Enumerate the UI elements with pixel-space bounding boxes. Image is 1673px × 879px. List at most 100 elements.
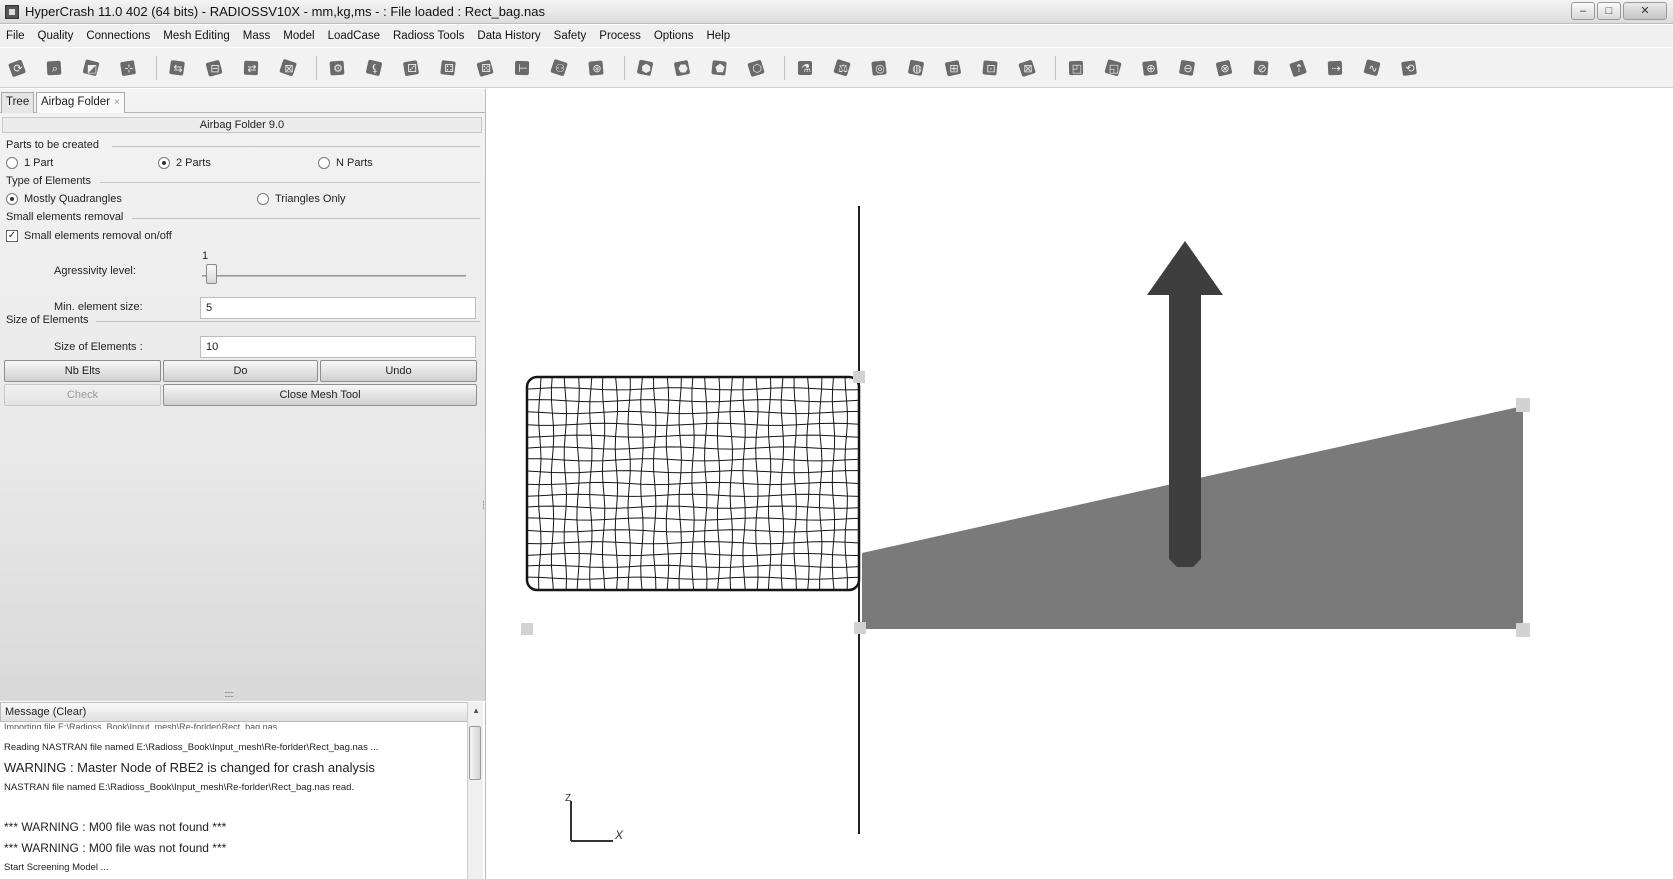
close-icon[interactable]: ✕ bbox=[1623, 2, 1667, 20]
load-fix-icon[interactable]: ⊘ bbox=[1250, 56, 1274, 80]
mesh-quad-icon[interactable]: ⚂ bbox=[400, 56, 424, 80]
elements-group-label: Type of Elements bbox=[6, 175, 91, 187]
node-marker[interactable] bbox=[1516, 398, 1530, 412]
mesh-node-icon[interactable]: ⚄ bbox=[474, 56, 498, 80]
close-mesh-tool-button[interactable]: Close Mesh Tool bbox=[163, 384, 477, 406]
splitter-handle[interactable]: :::::: bbox=[224, 689, 234, 699]
airbag-mesh[interactable] bbox=[525, 375, 861, 592]
check-button[interactable]: Check bbox=[4, 384, 161, 406]
svg-text:◩: ◩ bbox=[87, 62, 97, 75]
select-icon[interactable]: ◩ bbox=[80, 56, 104, 80]
tab-airbag-folder[interactable]: Airbag Folder × bbox=[36, 92, 125, 113]
refresh-icon[interactable]: ⟳ bbox=[6, 56, 30, 80]
load-move-icon[interactable]: ⊗ bbox=[1213, 56, 1237, 80]
menu-options[interactable]: Options bbox=[654, 30, 694, 42]
solid-edit-icon[interactable]: ⬟ bbox=[708, 56, 732, 80]
radio-triangles-only[interactable]: Triangles Only bbox=[257, 193, 346, 205]
toolbar-separator bbox=[784, 56, 785, 80]
zoom-icon[interactable]: ⌕ bbox=[43, 56, 67, 80]
mesh-line bbox=[538, 376, 542, 591]
graphics-viewport[interactable]: Z X bbox=[487, 89, 1673, 879]
airbag-icon[interactable]: ◰ bbox=[1065, 56, 1089, 80]
interface-icon[interactable]: ⊞ bbox=[942, 56, 966, 80]
tab-close-icon[interactable]: × bbox=[114, 97, 120, 108]
part-tree-icon[interactable]: ⇆ bbox=[166, 56, 190, 80]
svg-text:⊠: ⊠ bbox=[284, 62, 293, 75]
mesh-check-icon[interactable]: ⊛ bbox=[585, 56, 609, 80]
radio-2-parts[interactable]: 2 Parts bbox=[158, 157, 211, 169]
part-delete-icon[interactable]: ⊠ bbox=[277, 56, 301, 80]
rigid-icon[interactable]: ⊠ bbox=[1016, 56, 1040, 80]
mesh-split-icon[interactable]: ⚸ bbox=[363, 56, 387, 80]
menu-model[interactable]: Model bbox=[283, 30, 314, 42]
radio-n-parts[interactable]: N Parts bbox=[318, 157, 373, 169]
menu-file[interactable]: File bbox=[6, 30, 25, 42]
divider bbox=[96, 321, 480, 322]
weld-icon[interactable]: ◎ bbox=[868, 56, 892, 80]
slider-value: 1 bbox=[202, 250, 209, 262]
load-rotate-icon[interactable]: ⇡ bbox=[1287, 56, 1311, 80]
message-header[interactable]: Message (Clear) bbox=[0, 702, 470, 722]
mesh-tria-icon[interactable]: ⚃ bbox=[437, 56, 461, 80]
scroll-up-icon[interactable]: ▲ bbox=[472, 706, 480, 715]
undo-button[interactable]: Undo bbox=[320, 360, 477, 382]
do-button[interactable]: Do bbox=[163, 360, 318, 382]
menu-data-history[interactable]: Data History bbox=[477, 30, 540, 42]
menu-process[interactable]: Process bbox=[599, 30, 641, 42]
menu-mesh-editing[interactable]: Mesh Editing bbox=[163, 30, 229, 42]
node-marker[interactable] bbox=[1516, 623, 1530, 637]
model-canvas[interactable]: Z X bbox=[487, 89, 1673, 879]
mesh-tool-icon[interactable]: ⚙ bbox=[326, 56, 350, 80]
toolbar-separator bbox=[624, 56, 625, 80]
window-controls: – □ ✕ bbox=[1571, 2, 1667, 20]
message-line: *** WARNING : M00 file was not found *** bbox=[4, 820, 227, 834]
node-marker[interactable] bbox=[853, 371, 865, 383]
menu-mass[interactable]: Mass bbox=[243, 30, 270, 42]
material-icon[interactable]: ⚗ bbox=[794, 56, 818, 80]
menu-loadcase[interactable]: LoadCase bbox=[328, 30, 380, 42]
load-translate-icon[interactable]: ⇢ bbox=[1324, 56, 1348, 80]
solid-icon[interactable]: ⬢ bbox=[634, 56, 658, 80]
node-marker[interactable] bbox=[521, 623, 533, 635]
transform-icon[interactable]: ⟲ bbox=[1398, 56, 1422, 80]
spring-icon[interactable]: ∿ bbox=[1361, 56, 1385, 80]
property-icon[interactable]: ⚖ bbox=[831, 56, 855, 80]
svg-text:⊡: ⊡ bbox=[986, 62, 995, 75]
contact-icon[interactable]: ⊡ bbox=[979, 56, 1003, 80]
minimize-icon[interactable]: – bbox=[1571, 2, 1595, 20]
menu-connections[interactable]: Connections bbox=[86, 30, 150, 42]
maximize-icon[interactable]: □ bbox=[1597, 2, 1621, 20]
mesh-line bbox=[755, 376, 759, 591]
part-copy-icon[interactable]: ⇄ bbox=[240, 56, 264, 80]
tab-tree[interactable]: Tree bbox=[1, 92, 35, 113]
node-icon[interactable]: ⊹ bbox=[117, 56, 141, 80]
aggressivity-slider-thumb[interactable] bbox=[206, 264, 218, 284]
nb-elts-button[interactable]: Nb Elts bbox=[4, 360, 161, 382]
size-of-elements-input[interactable] bbox=[200, 336, 476, 358]
solid-grid-icon[interactable]: ⬡ bbox=[745, 56, 769, 80]
load-edit-icon[interactable]: ⊖ bbox=[1176, 56, 1200, 80]
svg-text:⇡: ⇡ bbox=[1294, 62, 1303, 75]
menu-safety[interactable]: Safety bbox=[554, 30, 587, 42]
small-elements-checkbox[interactable]: ✓ Small elements removal on/off bbox=[6, 230, 172, 242]
menu-help[interactable]: Help bbox=[706, 30, 730, 42]
part-edit-icon[interactable]: ⊟ bbox=[203, 56, 227, 80]
menu-quality[interactable]: Quality bbox=[38, 30, 74, 42]
svg-text:⬢: ⬢ bbox=[641, 62, 651, 75]
message-scroll-thumb[interactable] bbox=[469, 726, 481, 780]
rivet-icon[interactable]: ◍ bbox=[905, 56, 929, 80]
min-element-size-input[interactable] bbox=[200, 297, 476, 319]
mesh-line bbox=[550, 376, 555, 591]
radio-1-part[interactable]: 1 Part bbox=[6, 157, 53, 169]
seatbelt-icon[interactable]: ◱ bbox=[1102, 56, 1126, 80]
aggressivity-slider-track[interactable] bbox=[202, 275, 466, 277]
menu-radioss-tools[interactable]: Radioss Tools bbox=[393, 30, 464, 42]
solid-mesh-icon[interactable]: ⬣ bbox=[671, 56, 695, 80]
size-group-label: Size of Elements bbox=[6, 314, 89, 326]
svg-text:⚖: ⚖ bbox=[838, 62, 848, 75]
mesh-free-icon[interactable]: ⚇ bbox=[548, 56, 572, 80]
radio-mostly-quadrangles[interactable]: Mostly Quadrangles bbox=[6, 193, 122, 205]
load-node-icon[interactable]: ⊕ bbox=[1139, 56, 1163, 80]
node-marker[interactable] bbox=[854, 622, 866, 634]
mesh-edge-icon[interactable]: ⊢ bbox=[511, 56, 535, 80]
